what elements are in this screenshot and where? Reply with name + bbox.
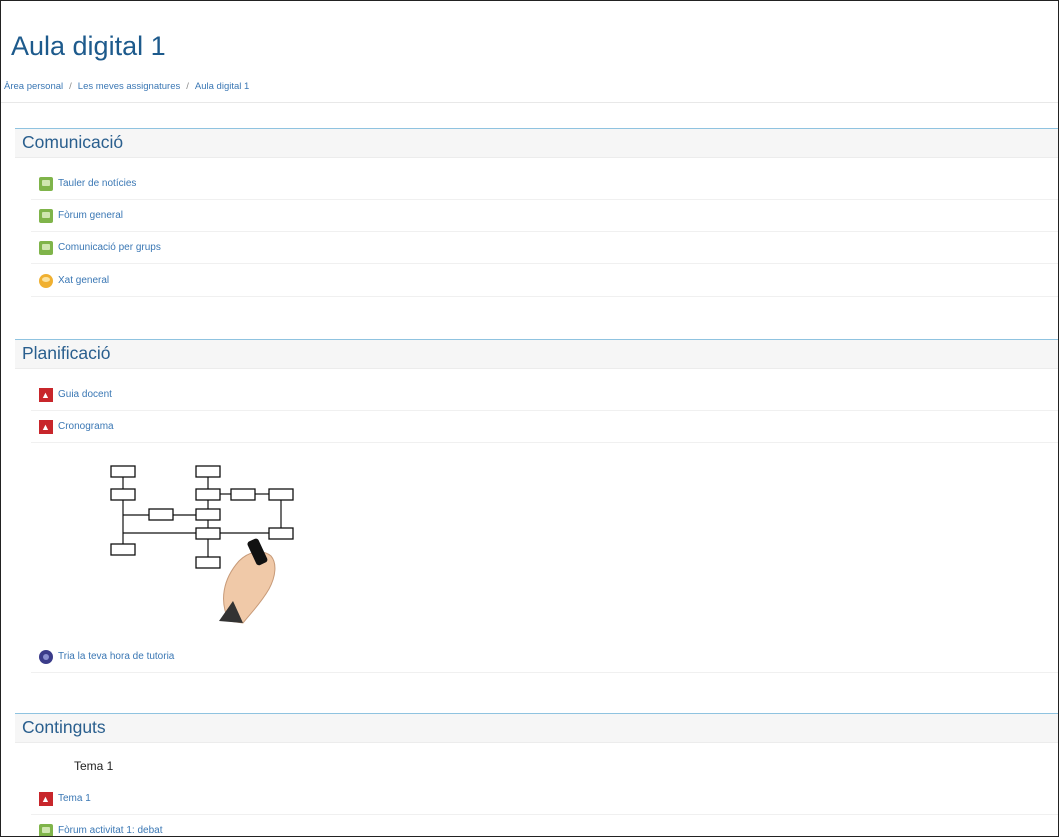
flowchart-illustration bbox=[110, 465, 294, 624]
hand-with-marker bbox=[219, 538, 276, 624]
forum-icon bbox=[39, 240, 53, 255]
activity-tria-hora-tutoria[interactable]: Tria la teva hora de tutoria bbox=[31, 641, 1058, 673]
forum-icon bbox=[39, 208, 53, 223]
activity-cronograma[interactable]: Cronograma bbox=[31, 411, 1058, 443]
forum-icon bbox=[39, 823, 53, 836]
course-page: Aula digital 1 Àrea personal / Les meves a… bbox=[0, 0, 1059, 837]
activity-label: Xat general bbox=[58, 275, 110, 286]
activity-tauler-de-noticies[interactable]: Tauler de notícies bbox=[31, 168, 1058, 200]
activity-label: Cronograma bbox=[58, 421, 114, 432]
breadcrumb-divider bbox=[1, 102, 1058, 103]
section-header: Planificació bbox=[15, 339, 1058, 369]
section-header: Comunicació bbox=[15, 128, 1058, 158]
activity-tema-1[interactable]: Tema 1 bbox=[31, 783, 1058, 815]
breadcrumb: Àrea personal / Les meves assignatures / Aul… bbox=[4, 81, 249, 92]
pdf-icon bbox=[39, 791, 53, 806]
breadcrumb-item-les-meves-assignatures[interactable]: Les meves assignatures bbox=[78, 81, 180, 92]
activity-forum-general[interactable]: Fòrum general bbox=[31, 200, 1058, 232]
activity-label: Tema 1 bbox=[58, 793, 91, 804]
breadcrumb-separator: / bbox=[186, 81, 189, 92]
activity-guia-docent[interactable]: Guia docent bbox=[31, 379, 1058, 411]
activity-label: Guia docent bbox=[58, 389, 112, 400]
activity-comunicacio-per-grups[interactable]: Comunicació per grups bbox=[31, 232, 1058, 264]
page-title: Aula digital 1 bbox=[11, 31, 166, 61]
chat-icon bbox=[39, 273, 53, 288]
section-title: Comunicació bbox=[22, 132, 124, 152]
breadcrumb-separator: / bbox=[69, 81, 72, 92]
forum-icon bbox=[39, 176, 53, 191]
pdf-icon bbox=[39, 387, 53, 402]
breadcrumb-item-aula-digital[interactable]: Aula digital 1 bbox=[195, 81, 249, 92]
activity-label: Fòrum general bbox=[58, 210, 124, 221]
section-header: Continguts bbox=[15, 713, 1058, 743]
subheading-tema-1: Tema 1 bbox=[74, 759, 114, 773]
scheduler-icon bbox=[39, 649, 53, 664]
activity-forum-activitat-1-debat[interactable]: Fòrum activitat 1: debat bbox=[31, 815, 1058, 836]
breadcrumb-item-area-personal[interactable]: Àrea personal bbox=[4, 81, 63, 92]
activity-label: Tria la teva hora de tutoria bbox=[58, 651, 175, 662]
pdf-icon bbox=[39, 419, 53, 434]
section-title: Continguts bbox=[22, 717, 106, 737]
activity-xat-general[interactable]: Xat general bbox=[31, 265, 1058, 297]
section-planificacio: Planificació bbox=[15, 339, 1058, 369]
section-continguts: Continguts bbox=[15, 713, 1058, 743]
activity-label: Fòrum activitat 1: debat bbox=[58, 825, 163, 836]
activity-label: Tauler de notícies bbox=[58, 178, 137, 189]
section-title: Planificació bbox=[22, 343, 111, 363]
section-comunicacio: Comunicació bbox=[15, 128, 1058, 158]
activity-label: Comunicació per grups bbox=[58, 242, 161, 253]
